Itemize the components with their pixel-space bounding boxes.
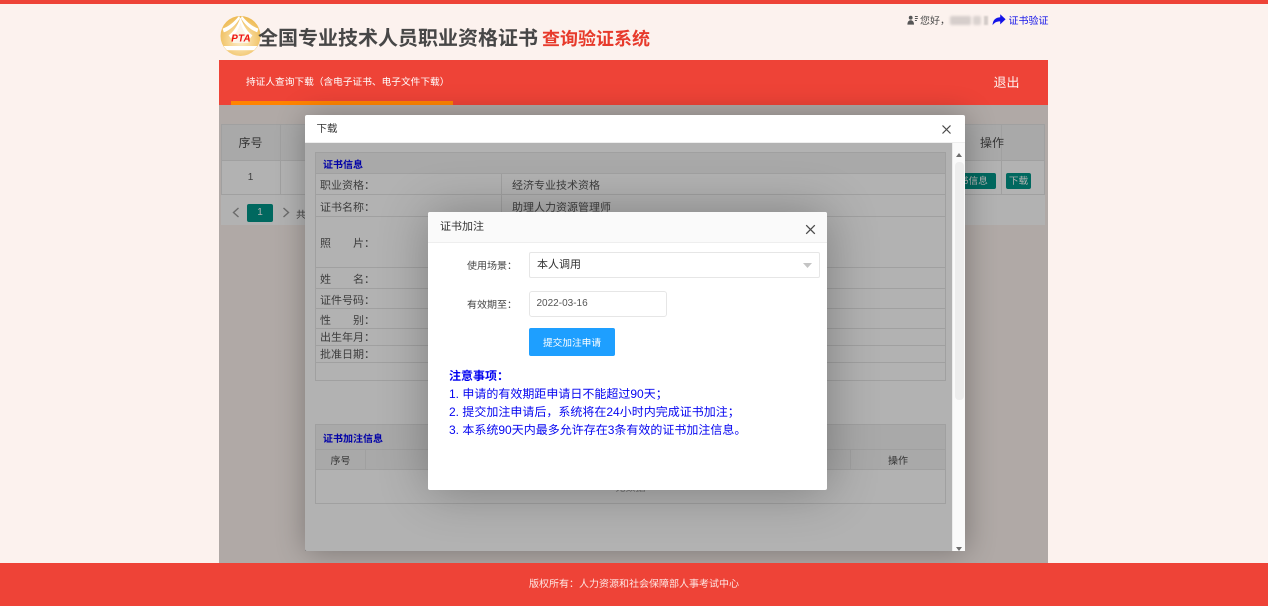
svg-text:PTA: PTA	[231, 33, 250, 44]
